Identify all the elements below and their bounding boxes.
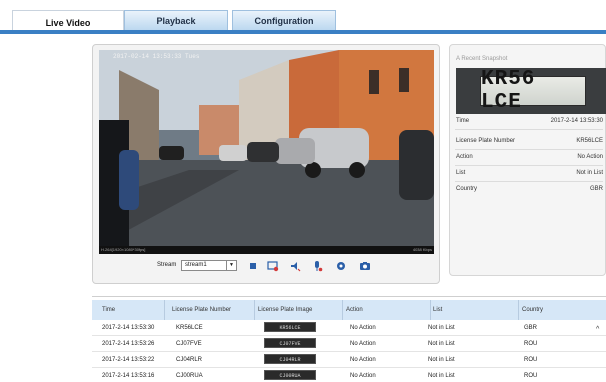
microphone-icon[interactable] xyxy=(311,260,323,272)
column-header-list[interactable]: List xyxy=(433,307,442,313)
cell-plate: CJ04RLR xyxy=(176,357,203,363)
cell-country: ROU xyxy=(524,357,538,363)
snapshot-country-row: Country GBR xyxy=(455,182,603,198)
record-icon[interactable] xyxy=(267,260,279,272)
cell-plate-image: CJ07FVE xyxy=(264,338,316,348)
field-value: Not in List xyxy=(576,170,603,176)
tab-playback[interactable]: Playback xyxy=(124,10,228,30)
cell-country: ROU xyxy=(524,373,538,379)
field-value: No Action xyxy=(577,154,603,160)
field-label: Action xyxy=(456,154,473,160)
cell-plate: CJ07FVE xyxy=(176,341,202,347)
video-codec-info: H.264[1920×1080*30fps] xyxy=(101,247,146,252)
field-value: KR56LCE xyxy=(576,138,603,144)
cell-plate-image: CJ04RLR xyxy=(264,354,316,364)
table-row[interactable]: 2017-2-14 13:53:26 CJ07FVE CJ07FVE No Ac… xyxy=(92,336,606,352)
snapshot-action-row: Action No Action xyxy=(455,150,603,166)
table-row[interactable]: 2017-2-14 13:53:22 CJ04RLR CJ04RLR No Ac… xyxy=(92,352,606,368)
cell-plate: KR56LCE xyxy=(176,325,203,331)
column-divider xyxy=(254,300,255,320)
cell-plate-image: CJ00RUA xyxy=(264,370,316,380)
column-header-action[interactable]: Action xyxy=(346,307,363,313)
snapshot-time-row: Time 2017-2-14 13:53:30 xyxy=(455,114,603,130)
table-header: Time License Plate Number License Plate … xyxy=(92,300,606,320)
video-bitrate: 4038 Kbps xyxy=(412,247,432,252)
cell-country: GBR xyxy=(524,325,538,331)
cell-action: No Action xyxy=(350,325,376,331)
field-label: Time xyxy=(456,118,470,124)
cell-time: 2017-2-14 13:53:16 xyxy=(102,373,155,379)
cell-plate-image: KR56LCE xyxy=(264,322,316,332)
column-divider xyxy=(342,300,343,320)
column-divider xyxy=(430,300,431,320)
table-row[interactable]: 2017-2-14 13:53:16 CJ00RUA CJ00RUA No Ac… xyxy=(92,368,606,381)
snapshot-list-row: List Not in List xyxy=(455,166,603,182)
column-header-plate-number[interactable]: License Plate Number xyxy=(172,307,231,313)
field-value: 2017-2-14 13:53:30 xyxy=(550,118,603,124)
chevron-down-icon: ▼ xyxy=(226,261,236,270)
street-scene-image xyxy=(99,50,434,246)
snapshot-plate-text: KR56 LCE xyxy=(480,68,586,114)
cell-time: 2017-2-14 13:53:22 xyxy=(102,357,155,363)
cell-action: No Action xyxy=(350,357,376,363)
field-label: License Plate Number xyxy=(456,138,516,144)
stream-select[interactable]: stream1 ▼ xyxy=(181,260,237,271)
cell-time: 2017-2-14 13:53:26 xyxy=(102,341,155,347)
osd-timestamp: 2017-02-14 13:53:33 Tues xyxy=(113,53,200,60)
column-header-country[interactable]: Country xyxy=(522,307,543,313)
cell-plate: CJ00RUA xyxy=(176,373,203,379)
field-value: GBR xyxy=(589,186,603,192)
cell-time: 2017-2-14 13:53:30 xyxy=(102,325,155,331)
cell-list: Not in List xyxy=(428,373,455,379)
stop-icon[interactable] xyxy=(247,260,259,272)
cell-action: No Action xyxy=(350,341,376,347)
tabs-underline xyxy=(0,30,606,34)
snapshot-plate-image: KR56 LCE xyxy=(456,68,606,114)
column-divider xyxy=(164,300,165,320)
snapshot-plate-number-row: License Plate Number KR56LCE xyxy=(455,134,603,150)
stream-label: Stream xyxy=(157,262,177,268)
video-stats-bar: H.264[1920×1080*30fps] 4038 Kbps xyxy=(99,246,434,254)
column-header-time[interactable]: Time xyxy=(102,307,115,313)
speaker-icon[interactable] xyxy=(289,260,301,272)
stream-select-value: stream1 xyxy=(185,262,207,268)
field-label: List xyxy=(456,170,466,176)
cell-list: Not in List xyxy=(428,325,455,331)
column-header-plate-image[interactable]: License Plate Image xyxy=(258,307,312,313)
table-row[interactable]: 2017-2-14 13:53:30 KR56LCE KR56LCE No Ac… xyxy=(92,320,606,336)
video-toolbar: Stream stream1 ▼ xyxy=(99,258,434,276)
settings-icon[interactable] xyxy=(335,260,347,272)
column-divider xyxy=(518,300,519,320)
cell-list: Not in List xyxy=(428,341,455,347)
cell-list: Not in List xyxy=(428,357,455,363)
field-label: Country xyxy=(456,186,478,192)
cell-action: No Action xyxy=(350,373,376,379)
cell-country: ROU xyxy=(524,341,538,347)
scroll-up-icon[interactable]: ^ xyxy=(596,326,599,333)
snapshot-title: A Recent Snapshot xyxy=(456,56,508,62)
camera-icon[interactable] xyxy=(359,260,371,272)
live-video-frame[interactable]: 2017-02-14 13:53:33 Tues H.264[1920×1080… xyxy=(99,50,434,254)
tab-configuration[interactable]: Configuration xyxy=(232,10,336,30)
